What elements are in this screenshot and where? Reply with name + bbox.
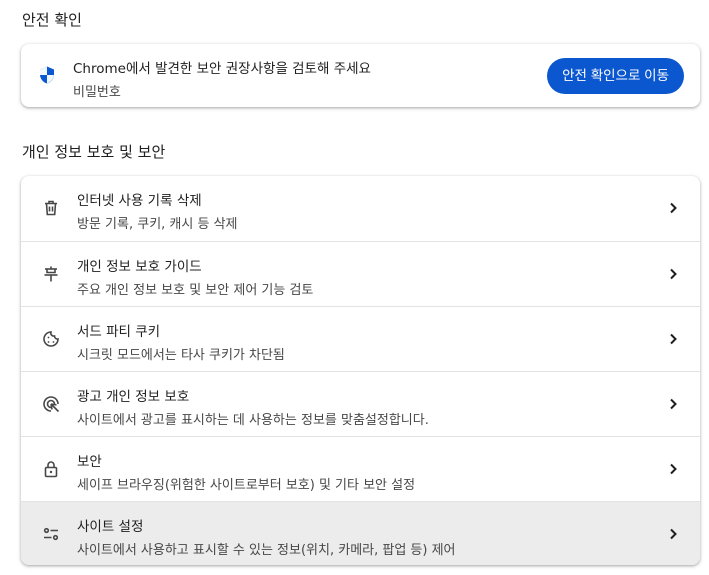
ad-privacy-row[interactable]: 광고 개인 정보 보호 사이트에서 광고를 표시하는 데 사용하는 정보를 맞춤…	[21, 371, 700, 436]
privacy-guide-icon	[41, 264, 61, 284]
row-title: 인터넷 사용 기록 삭제	[77, 193, 202, 209]
clear-browsing-data-row[interactable]: 인터넷 사용 기록 삭제 방문 기록, 쿠키, 캐시 등 삭제	[21, 176, 700, 241]
row-subtitle: 시크릿 모드에서는 타사 쿠키가 차단됨	[77, 348, 285, 363]
row-title: 광고 개인 정보 보호	[77, 389, 190, 405]
privacy-security-card: 인터넷 사용 기록 삭제 방문 기록, 쿠키, 캐시 등 삭제 개인 정보 보호…	[21, 176, 700, 565]
privacy-security-heading: 개인 정보 보호 및 보안	[22, 143, 166, 161]
safety-check-subtitle: 비밀번호	[73, 85, 121, 100]
chevron-right-icon	[666, 267, 680, 281]
privacy-guide-row[interactable]: 개인 정보 보호 가이드 주요 개인 정보 보호 및 보안 제어 기능 검토	[21, 241, 700, 306]
row-subtitle: 사이트에서 광고를 표시하는 데 사용하는 정보를 맞춤설정합니다.	[77, 413, 429, 428]
safety-check-title: Chrome에서 발견한 보안 권장사항을 검토해 주세요	[73, 61, 371, 77]
row-subtitle: 방문 기록, 쿠키, 캐시 등 삭제	[77, 217, 238, 232]
safety-check-card: Chrome에서 발견한 보안 권장사항을 검토해 주세요 비밀번호 안전 확인…	[21, 44, 700, 107]
chevron-right-icon	[666, 397, 680, 411]
chevron-right-icon	[666, 527, 680, 541]
site-settings-row[interactable]: 사이트 설정 사이트에서 사용하고 표시할 수 있는 정보(위치, 카메라, 팝…	[21, 501, 700, 565]
chevron-right-icon	[666, 201, 680, 215]
chevron-right-icon	[666, 462, 680, 476]
shield-icon	[37, 65, 57, 85]
row-title: 서드 파티 쿠키	[77, 324, 161, 340]
go-to-safety-check-button[interactable]: 안전 확인으로 이동	[547, 58, 684, 94]
row-subtitle: 세이프 브라우징(위험한 사이트로부터 보호) 및 기타 보안 설정	[77, 478, 416, 493]
ad-privacy-icon	[41, 394, 61, 414]
row-title: 개인 정보 보호 가이드	[77, 259, 202, 275]
trash-icon	[41, 198, 61, 218]
third-party-cookies-row[interactable]: 서드 파티 쿠키 시크릿 모드에서는 타사 쿠키가 차단됨	[21, 306, 700, 371]
cookie-icon	[41, 329, 61, 349]
safety-check-heading: 안전 확인	[22, 11, 82, 29]
row-subtitle: 사이트에서 사용하고 표시할 수 있는 정보(위치, 카메라, 팝업 등) 제어	[77, 543, 456, 558]
chevron-right-icon	[666, 332, 680, 346]
row-title: 사이트 설정	[77, 519, 144, 535]
tune-icon	[41, 524, 61, 544]
lock-icon	[41, 459, 61, 479]
row-subtitle: 주요 개인 정보 보호 및 보안 제어 기능 검토	[77, 283, 314, 298]
security-row[interactable]: 보안 세이프 브라우징(위험한 사이트로부터 보호) 및 기타 보안 설정	[21, 436, 700, 501]
row-title: 보안	[77, 454, 102, 470]
